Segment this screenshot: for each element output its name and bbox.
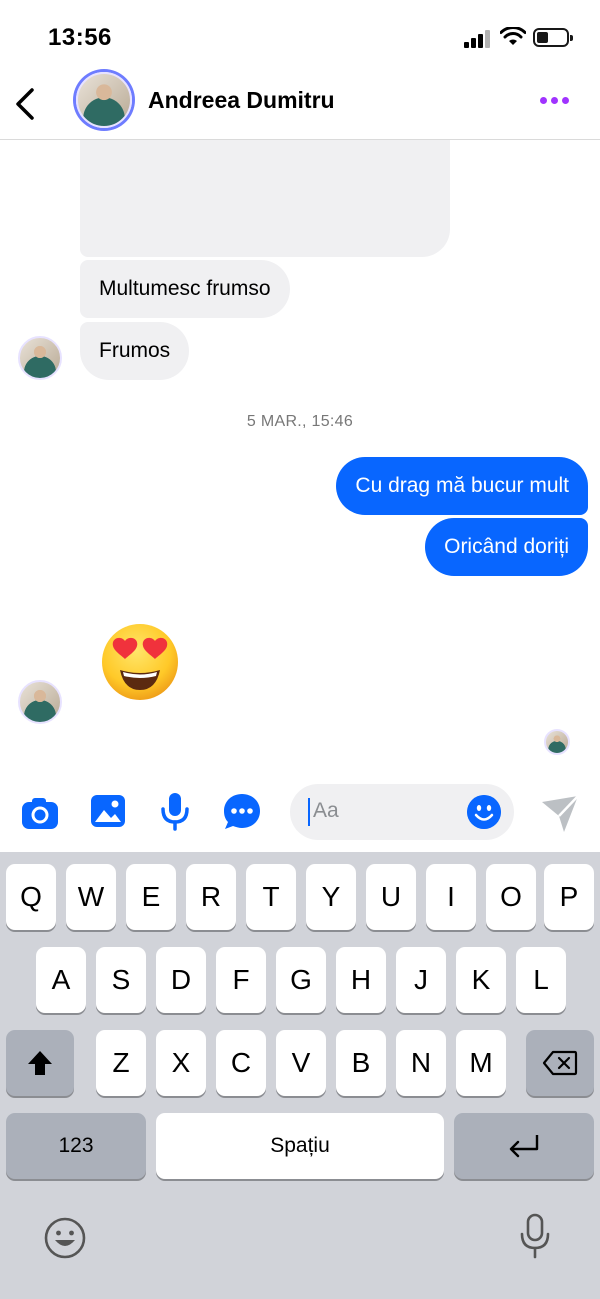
- space-key[interactable]: Spațiu: [156, 1113, 444, 1179]
- signal-icon: [464, 30, 492, 48]
- key-a[interactable]: A: [36, 947, 86, 1013]
- outgoing-message[interactable]: Cu drag mă bucur mult: [336, 457, 588, 515]
- heart-eyes-emoji[interactable]: [98, 620, 182, 704]
- key-m[interactable]: M: [456, 1030, 506, 1096]
- message-timestamp: 5 MAR., 15:46: [246, 413, 354, 430]
- emoji-keyboard-icon[interactable]: [43, 1216, 87, 1260]
- key-k[interactable]: K: [456, 947, 506, 1013]
- key-d[interactable]: D: [156, 947, 206, 1013]
- key-j[interactable]: J: [396, 947, 446, 1013]
- key-u[interactable]: U: [366, 864, 416, 930]
- more-options-icon[interactable]: [222, 791, 262, 831]
- text-caret: [308, 798, 310, 826]
- key-z[interactable]: Z: [96, 1030, 146, 1096]
- send-icon[interactable]: [540, 794, 580, 834]
- message-input-placeholder: Aa: [313, 799, 339, 822]
- message-input[interactable]: Aa: [290, 784, 514, 840]
- microphone-icon[interactable]: [155, 791, 195, 831]
- sender-avatar: [18, 680, 62, 724]
- shift-arrow-icon: [28, 1051, 52, 1075]
- key-q[interactable]: Q: [6, 864, 56, 930]
- key-v[interactable]: V: [276, 1030, 326, 1096]
- return-arrow-icon: [509, 1135, 539, 1158]
- contact-name[interactable]: Andreea Dumitru: [148, 87, 335, 114]
- shift-key[interactable]: [6, 1030, 74, 1096]
- key-t[interactable]: T: [246, 864, 296, 930]
- battery-icon: [533, 28, 573, 47]
- key-g[interactable]: G: [276, 947, 326, 1013]
- backspace-key[interactable]: [526, 1030, 594, 1096]
- wifi-icon: [500, 27, 526, 45]
- dictation-microphone-icon[interactable]: [518, 1212, 552, 1260]
- status-time: 13:56: [48, 24, 112, 51]
- key-h[interactable]: H: [336, 947, 386, 1013]
- key-l[interactable]: L: [516, 947, 566, 1013]
- incoming-message[interactable]: Frumos: [80, 322, 190, 380]
- key-i[interactable]: I: [426, 864, 476, 930]
- key-b[interactable]: B: [336, 1030, 386, 1096]
- read-receipt-avatar: [544, 729, 570, 755]
- key-o[interactable]: O: [486, 864, 536, 930]
- key-w[interactable]: W: [66, 864, 116, 930]
- onscreen-keyboard: Q W E R T Y U I O P A S D F G H J K L Z …: [0, 852, 600, 1299]
- camera-icon[interactable]: [20, 793, 60, 833]
- key-c[interactable]: C: [216, 1030, 266, 1096]
- key-f[interactable]: F: [216, 947, 266, 1013]
- message-composer: Aa: [0, 782, 600, 852]
- key-x[interactable]: X: [156, 1030, 206, 1096]
- sender-avatar: [18, 336, 62, 380]
- gallery-icon[interactable]: [88, 791, 128, 831]
- backspace-icon: [542, 1050, 578, 1076]
- status-bar: 13:56: [0, 0, 600, 70]
- numbers-key[interactable]: 123: [6, 1113, 146, 1179]
- chat-header: Andreea Dumitru: [0, 70, 600, 140]
- key-p[interactable]: P: [544, 864, 594, 930]
- incoming-message[interactable]: Multumesc frumso: [80, 260, 290, 318]
- key-e[interactable]: E: [126, 864, 176, 930]
- contact-avatar[interactable]: [76, 72, 132, 128]
- back-chevron-icon[interactable]: [12, 86, 42, 122]
- key-y[interactable]: Y: [306, 864, 356, 930]
- key-s[interactable]: S: [96, 947, 146, 1013]
- key-r[interactable]: R: [186, 864, 236, 930]
- outgoing-message[interactable]: Oricând doriți: [425, 518, 588, 576]
- media-message-bubble[interactable]: [80, 140, 450, 257]
- emoji-button-icon[interactable]: [467, 795, 501, 829]
- more-dots-icon[interactable]: [540, 97, 570, 105]
- return-key[interactable]: [454, 1113, 594, 1179]
- key-n[interactable]: N: [396, 1030, 446, 1096]
